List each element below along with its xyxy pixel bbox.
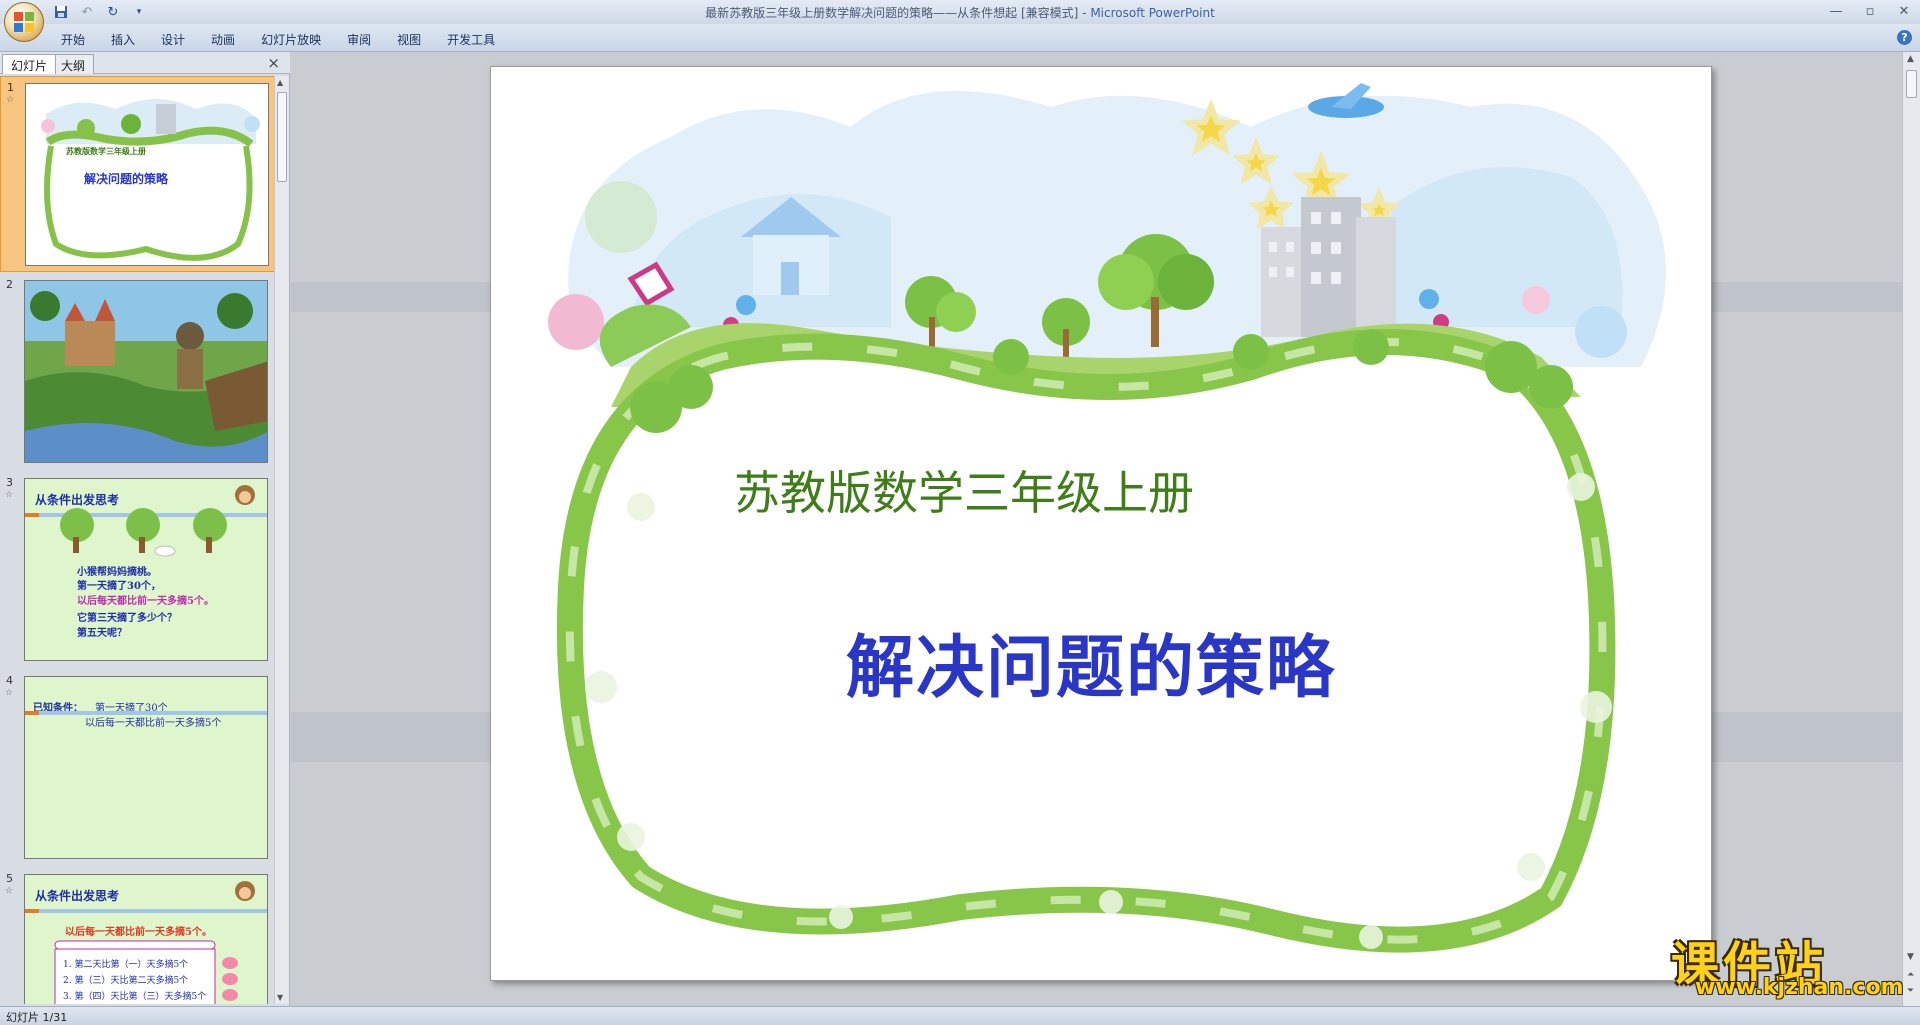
thumbnail-line: 第一天摘了30个， xyxy=(77,581,161,592)
scroll-thumb[interactable] xyxy=(1906,70,1917,98)
thumbnail-line: 2. 第（三）天比第二天多摘5个 xyxy=(63,976,189,986)
slide-thumbnail[interactable] xyxy=(24,280,268,463)
tab-home[interactable]: 开始 xyxy=(48,29,98,50)
thumbnail-line: 它第三天摘了多少个？ xyxy=(77,613,177,624)
tab-developer[interactable]: 开发工具 xyxy=(434,29,508,50)
editor-scrollbar[interactable]: ▲ ▼ ⏶ ⏷ xyxy=(1902,52,1920,1006)
thumbnail-subtitle: 苏教版数学三年级上册 xyxy=(66,146,146,156)
window-controls: — ▫ ✕ xyxy=(1826,2,1914,20)
thumbnail-line: 3. 第（四）天比第（三）天多摘5个 xyxy=(63,992,207,1002)
app-name: Microsoft PowerPoint xyxy=(1090,6,1215,20)
thumbnail-number: 3 xyxy=(6,476,13,489)
animation-star-icon: ☆ xyxy=(5,490,14,500)
minimize-icon[interactable]: — xyxy=(1826,2,1846,20)
slide-counter: 幻灯片 1/31 xyxy=(6,1011,68,1024)
office-logo-icon xyxy=(14,12,34,32)
watermark-logo: 课件站 www.kjzhan.com xyxy=(1665,925,1905,1003)
thumbnail-title: 解决问题的策略 xyxy=(84,172,169,186)
thumbnail-number: 5 xyxy=(6,872,13,885)
panel-close-icon[interactable]: × xyxy=(267,54,280,72)
thumbnail-number: 4 xyxy=(6,674,13,687)
thumbnail-line: 以后每一天都比前一天多摘5个 xyxy=(85,718,222,729)
slide-thumbnail[interactable]: 从条件出发思考 以后每一天都比前一天多摘5个。 1. 第二天比第（一）天多摘5个… xyxy=(24,874,268,1004)
help-icon[interactable]: ? xyxy=(1897,30,1912,45)
tab-slides[interactable]: 幻灯片 xyxy=(2,54,57,74)
slide-thumbnail[interactable]: 从条件出发思考 小猴帮妈妈摘桃。 第一天摘了30个， 以后每天都比前一天多摘5个… xyxy=(24,478,268,661)
slide-background-art xyxy=(548,83,1667,953)
tab-outline[interactable]: 大纲 xyxy=(52,54,95,74)
thumbnail-art-castle xyxy=(25,281,267,462)
scroll-up-icon[interactable]: ▲ xyxy=(1907,54,1914,64)
next-slide-icon[interactable]: ⏷ xyxy=(1907,986,1914,996)
close-icon[interactable]: ✕ xyxy=(1894,2,1914,20)
tab-animation[interactable]: 动画 xyxy=(198,29,248,50)
thumbnail-number: 1 xyxy=(7,81,14,94)
ribbon-tabs: 开始 插入 设计 动画 幻灯片放映 审阅 视图 开发工具 xyxy=(48,29,508,50)
ribbon: 开始 插入 设计 动画 幻灯片放映 审阅 视图 开发工具 ? xyxy=(0,24,1920,52)
tab-design[interactable]: 设计 xyxy=(148,29,198,50)
thumbnail-row[interactable]: 5 ☆ 从条件出发思考 以后每一天都比前一天多摘5个。 1. 第二天比第（一）天… xyxy=(0,868,275,1004)
thumbnail-line: 第五天呢？ xyxy=(77,628,127,639)
thumbnail-number: 2 xyxy=(6,278,13,291)
title-bar: ↶ ↻ ▾ 最新苏教版三年级上册数学解决问题的策略——从条件想起 [兼容模式] … xyxy=(0,0,1920,42)
slide-title[interactable]: 解决问题的策略 xyxy=(846,612,1336,711)
slide-thumbnail[interactable]: 已知条件： 第一天摘了30个 以后每一天都比前一天多摘5个 xyxy=(24,676,268,859)
animation-star-icon: ☆ xyxy=(5,886,14,896)
tab-review[interactable]: 审阅 xyxy=(334,29,384,50)
tab-slideshow[interactable]: 幻灯片放映 xyxy=(248,29,334,50)
window-title-doc: 最新苏教版三年级上册数学解决问题的策略——从条件想起 [兼容模式] - xyxy=(705,6,1091,20)
thumbnail-line: 以后每天都比前一天多摘5个。 xyxy=(77,596,214,607)
window-title: 最新苏教版三年级上册数学解决问题的策略——从条件想起 [兼容模式] - Micr… xyxy=(0,4,1920,21)
thumbnail-line: 1. 第二天比第（一）天多摘5个 xyxy=(63,960,189,970)
thumbnail-line: 小猴帮妈妈摘桃。 xyxy=(77,567,157,578)
tab-view[interactable]: 视图 xyxy=(384,29,434,50)
animation-star-icon: ☆ xyxy=(5,688,14,698)
scroll-up-icon[interactable]: ▲ xyxy=(277,78,283,87)
slides-panel: 幻灯片 大纲 × 1 ☆ 苏教版数学三年级上册 解决问题的策略 2 3 ☆ 从条… xyxy=(0,52,290,1006)
thumbnail-row[interactable]: 3 ☆ 从条件出发思考 小猴帮妈妈摘桃。 第一天摘了30个， 以后每天都比前一天… xyxy=(0,472,275,668)
thumbnail-list: 1 ☆ 苏教版数学三年级上册 解决问题的策略 2 3 ☆ 从条件出发思考 小猴帮… xyxy=(0,76,275,1004)
thumbnail-row[interactable]: 1 ☆ 苏教版数学三年级上册 解决问题的策略 xyxy=(0,76,275,272)
slide-subtitle[interactable]: 苏教版数学三年级上册 xyxy=(734,457,1194,523)
restore-icon[interactable]: ▫ xyxy=(1860,2,1880,20)
office-button[interactable] xyxy=(4,2,44,42)
thumbnail-scrollbar[interactable]: ▲ ▼ xyxy=(274,76,289,1004)
watermark-url: www.kjzhan.com xyxy=(1695,975,1904,1000)
scroll-down-icon[interactable]: ▼ xyxy=(1907,952,1914,962)
animation-star-icon: ☆ xyxy=(6,95,15,105)
thumbnail-row[interactable]: 2 xyxy=(0,274,275,470)
current-slide[interactable]: 苏教版数学三年级上册 解决问题的策略 xyxy=(490,66,1712,981)
previous-slide-icon[interactable]: ⏶ xyxy=(1907,970,1914,980)
slide-thumbnail[interactable]: 苏教版数学三年级上册 解决问题的策略 xyxy=(25,83,269,266)
scroll-thumb[interactable] xyxy=(277,92,287,182)
thumbnail-row[interactable]: 4 ☆ 已知条件： 第一天摘了30个 以后每一天都比前一天多摘5个 xyxy=(0,670,275,866)
tab-insert[interactable]: 插入 xyxy=(98,29,148,50)
status-bar: 幻灯片 1/31 xyxy=(0,1006,1920,1025)
panel-tabs: 幻灯片 大纲 × xyxy=(0,52,290,74)
scroll-down-icon[interactable]: ▼ xyxy=(277,993,283,1002)
thumbnail-line: 以后每一天都比前一天多摘5个。 xyxy=(65,927,212,938)
